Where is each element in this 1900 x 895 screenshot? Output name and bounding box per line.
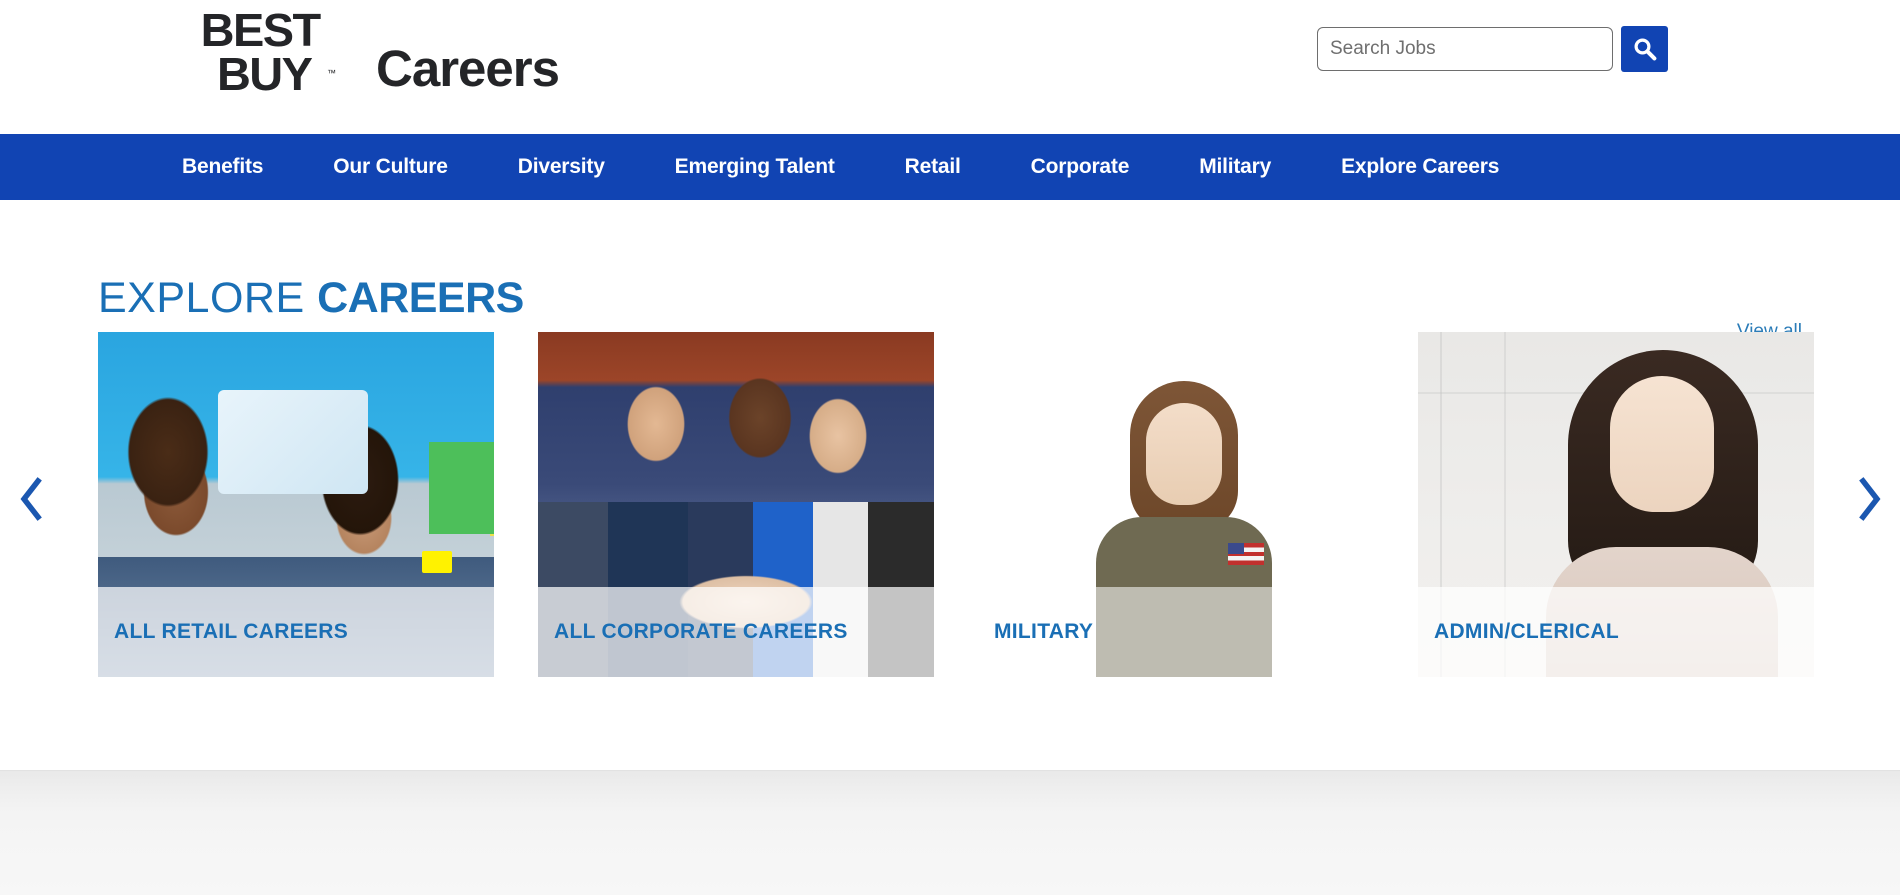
carousel-prev-button[interactable] [8, 470, 54, 530]
logo-text-careers: Careers [376, 40, 560, 97]
nav-item-our-culture[interactable]: Our Culture [298, 155, 482, 179]
nav-item-corporate[interactable]: Corporate [996, 155, 1165, 179]
nav-item-military[interactable]: Military [1164, 155, 1306, 179]
page-title: EXPLORE CAREERS [98, 273, 524, 322]
career-card-label: ALL RETAIL CAREERS [114, 620, 349, 643]
career-card-retail[interactable]: ALL RETAIL CAREERS [98, 332, 494, 677]
soldier-face [1146, 403, 1222, 505]
employee-badge-icon [422, 551, 452, 573]
career-card-label: ALL CORPORATE CAREERS [554, 620, 848, 643]
nav-item-emerging-talent[interactable]: Emerging Talent [640, 155, 870, 179]
site-header: BEST BUY ™ Careers [0, 0, 1900, 134]
career-card-caption: ADMIN/CLERICAL [1418, 587, 1814, 677]
career-card-admin-clerical[interactable]: ADMIN/CLERICAL [1418, 332, 1814, 677]
best-buy-logo-icon[interactable]: BEST BUY ™ [200, 4, 354, 112]
search-area [1317, 26, 1668, 72]
carousel-track: ALL RETAIL CAREERS ALL CORPORATE CAREERS [98, 332, 1814, 677]
career-card-military[interactable]: MILITARY [978, 332, 1374, 677]
trademark-symbol: ™ [327, 68, 336, 78]
site-logo[interactable]: BEST BUY ™ Careers [200, 4, 560, 112]
career-card-label: ADMIN/CLERICAL [1434, 620, 1620, 643]
search-button[interactable] [1621, 26, 1668, 72]
chevron-right-icon [1856, 476, 1882, 524]
nav-item-benefits[interactable]: Benefits [182, 155, 298, 179]
explore-careers-section: EXPLORE CAREERS View all [0, 200, 1900, 770]
carousel-next-button[interactable] [1846, 470, 1892, 530]
career-card-caption: ALL CORPORATE CAREERS [538, 587, 934, 677]
career-card-label: MILITARY [994, 620, 1094, 643]
nav-items: Benefits Our Culture Diversity Emerging … [0, 155, 1534, 179]
careers-carousel: ALL RETAIL CAREERS ALL CORPORATE CAREERS [0, 332, 1900, 677]
search-icon [1632, 36, 1658, 62]
main-navigation: Benefits Our Culture Diversity Emerging … [0, 134, 1900, 200]
logo-text-buy: BUY [216, 48, 313, 101]
career-card-caption: MILITARY [978, 587, 1374, 677]
footer-section-divider [0, 770, 1900, 895]
title-explore: EXPLORE [98, 273, 305, 322]
nav-item-explore-careers[interactable]: Explore Careers [1306, 155, 1534, 179]
career-card-caption: ALL RETAIL CAREERS [98, 587, 494, 677]
search-input[interactable] [1317, 27, 1613, 71]
page-root: BEST BUY ™ Careers Benefits Our Culture [0, 0, 1900, 895]
title-careers: CAREERS [317, 273, 524, 322]
career-card-corporate[interactable]: ALL CORPORATE CAREERS [538, 332, 934, 677]
portrait-face [1610, 376, 1714, 512]
logo-text-best: BEST [200, 4, 322, 56]
us-flag-patch-icon [1228, 543, 1264, 565]
nav-item-retail[interactable]: Retail [870, 155, 996, 179]
chevron-left-icon [18, 476, 44, 524]
nav-item-diversity[interactable]: Diversity [483, 155, 640, 179]
